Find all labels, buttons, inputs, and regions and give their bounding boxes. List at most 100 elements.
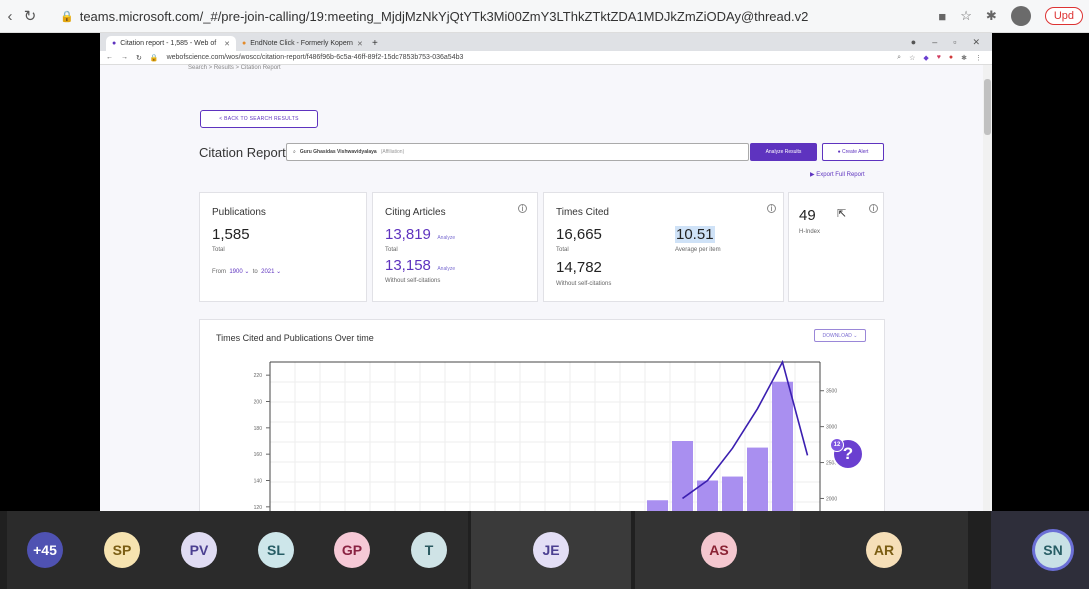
inner-tabbar: ● Citation report - 1,585 - Web of ✕ ● E… xyxy=(100,33,992,51)
publication-bar xyxy=(672,441,693,511)
camera-icon[interactable]: ■ xyxy=(938,9,946,24)
close-window-icon[interactable]: ✕ xyxy=(972,37,980,48)
citing-total[interactable]: 13,819 xyxy=(385,226,431,243)
participant-tile[interactable]: +45 xyxy=(6,511,84,589)
left-tick-label: 200 xyxy=(254,400,263,406)
help-button[interactable]: 12 ? xyxy=(830,438,864,470)
to-label: to xyxy=(252,269,258,275)
extensions-icon[interactable]: ✱ xyxy=(986,8,997,24)
lock-icon[interactable]: 🔒 xyxy=(60,10,74,23)
page-scrollbar[interactable] xyxy=(983,65,992,511)
publication-bar xyxy=(747,447,768,511)
info-icon[interactable]: i xyxy=(518,204,527,213)
tab-endnote[interactable]: ● EndNote Click - Formerly Kopern ✕ xyxy=(236,36,366,51)
shared-screen: ● Citation report - 1,585 - Web of ✕ ● E… xyxy=(100,33,992,511)
participant-tile[interactable]: T xyxy=(390,511,468,589)
times-cited-card: Times Cited i 16,665 Total 10.51 Average… xyxy=(543,192,784,302)
inner-address-bar: ← → ↻ 🔒 webofscience.com/wos/woscc/citat… xyxy=(100,51,992,65)
lock-icon: 🔒 xyxy=(149,54,159,62)
record-icon[interactable]: ● xyxy=(911,37,916,48)
profile-avatar[interactable] xyxy=(1010,6,1031,26)
participant-avatar: AR xyxy=(866,532,902,568)
forward-icon[interactable]: → xyxy=(121,54,128,61)
tab-citation-report[interactable]: ● Citation report - 1,585 - Web of ✕ xyxy=(106,36,236,51)
maximize-icon[interactable]: ▫ xyxy=(953,37,956,48)
info-icon[interactable]: i xyxy=(767,204,776,213)
analyze-link[interactable]: Analyze xyxy=(437,235,455,241)
analyze-link[interactable]: Analyze xyxy=(437,266,455,272)
publication-bar xyxy=(722,476,743,511)
times-cited-label: Times Cited xyxy=(556,207,609,218)
participant-tile[interactable]: AS xyxy=(635,511,803,589)
outer-extensions: ■ ☆ ✱ Upd xyxy=(938,6,1083,26)
from-label: From xyxy=(212,269,226,275)
participant-tile[interactable]: SL xyxy=(237,511,315,589)
download-button[interactable]: DOWNLOAD ⌄ xyxy=(814,329,866,342)
new-tab-icon[interactable]: + xyxy=(366,38,384,51)
info-icon[interactable]: i xyxy=(869,204,878,213)
average-sub: Average per item xyxy=(675,247,721,253)
publication-bar xyxy=(647,500,668,511)
citing-total-sub: Total xyxy=(385,247,398,253)
h-index-sub: H-Index xyxy=(799,229,821,235)
citing-without-sub: Without self-citations xyxy=(385,278,441,284)
participant-avatar: PV xyxy=(181,532,217,568)
breadcrumb[interactable]: Search > Results > Citation Report xyxy=(188,65,281,71)
h-index-card: 49 ⇱ i H-Index xyxy=(788,192,884,302)
chevron-down-icon: ⌄ xyxy=(274,269,282,275)
reload-icon[interactable]: ↻ xyxy=(20,7,40,25)
to-year-select[interactable]: 2021 xyxy=(261,269,274,275)
star-icon[interactable]: ☆ xyxy=(960,8,972,24)
participant-avatar: SP xyxy=(104,532,140,568)
minimize-icon[interactable]: – xyxy=(932,37,937,48)
create-alert-button[interactable]: ● Create Alert xyxy=(822,143,884,161)
average-per-item: 10.51 xyxy=(675,226,715,243)
menu-icon[interactable]: ⋮ xyxy=(975,54,982,62)
right-tick-label: 3500 xyxy=(826,389,837,395)
inner-url-field[interactable]: webofscience.com/wos/woscc/citation-repo… xyxy=(167,54,890,61)
from-year-select[interactable]: 1900 xyxy=(229,269,242,275)
publications-label: Publications xyxy=(212,207,266,218)
tab-label: EndNote Click - Formerly Kopern xyxy=(250,40,353,47)
extension-icon[interactable]: ● xyxy=(949,54,953,62)
participant-avatar: SL xyxy=(258,532,294,568)
citing-without-row: 13,158 Analyze xyxy=(385,257,455,275)
star-icon[interactable]: ☆ xyxy=(909,54,915,62)
participant-tile[interactable]: JE xyxy=(471,511,631,589)
puzzle-icon[interactable]: ✱ xyxy=(961,54,967,62)
outer-url-field[interactable]: teams.microsoft.com/_#/pre-join-calling/… xyxy=(80,9,939,24)
right-tick-label: 2000 xyxy=(826,496,837,502)
participant-tile[interactable]: SP xyxy=(83,511,161,589)
participant-tile[interactable]: PV xyxy=(160,511,238,589)
participant-avatar: T xyxy=(411,532,447,568)
citing-without[interactable]: 13,158 xyxy=(385,257,431,274)
participant-avatar: AS xyxy=(701,532,737,568)
times-cited-total-sub: Total xyxy=(556,247,569,253)
back-to-results-button[interactable]: < BACK TO SEARCH RESULTS xyxy=(200,110,318,128)
cursor-icon: ⇱ xyxy=(837,208,847,220)
average-value: 10.51 xyxy=(675,226,715,243)
chevron-down-icon: ⌄ xyxy=(242,269,250,275)
update-button[interactable]: Upd xyxy=(1044,7,1083,25)
participant-tile[interactable]: AR xyxy=(800,511,968,589)
page-title: Citation Report xyxy=(199,145,286,160)
back-icon[interactable]: ← xyxy=(106,54,113,61)
search-field[interactable]: ⌕ Guru Ghasidas Vishwavidyalaya (Affilia… xyxy=(286,143,749,161)
search-query: Guru Ghasidas Vishwavidyalaya xyxy=(299,149,377,155)
scrollbar-thumb[interactable] xyxy=(984,79,991,135)
close-icon[interactable]: ✕ xyxy=(224,40,230,48)
wos-icon: ● xyxy=(112,40,117,47)
export-full-report-link[interactable]: ▶ Export Full Report xyxy=(810,171,865,178)
extension-icon[interactable]: ◆ xyxy=(923,54,928,62)
chevron-down-icon: ⌄ xyxy=(851,332,858,339)
pocket-icon[interactable]: ♥ xyxy=(937,54,941,62)
participant-avatar: JE xyxy=(533,532,569,568)
back-icon[interactable]: ‹ xyxy=(0,8,20,25)
analyze-results-button[interactable]: Analyze Results xyxy=(750,143,817,161)
search-icon[interactable]: ⌕ xyxy=(897,54,901,62)
close-icon[interactable]: ✕ xyxy=(357,40,363,48)
reload-icon[interactable]: ↻ xyxy=(136,54,142,62)
participant-tile[interactable]: GP xyxy=(313,511,391,589)
participant-tile[interactable]: SN xyxy=(990,511,1089,589)
search-hint: (Affiliation) xyxy=(380,149,405,155)
